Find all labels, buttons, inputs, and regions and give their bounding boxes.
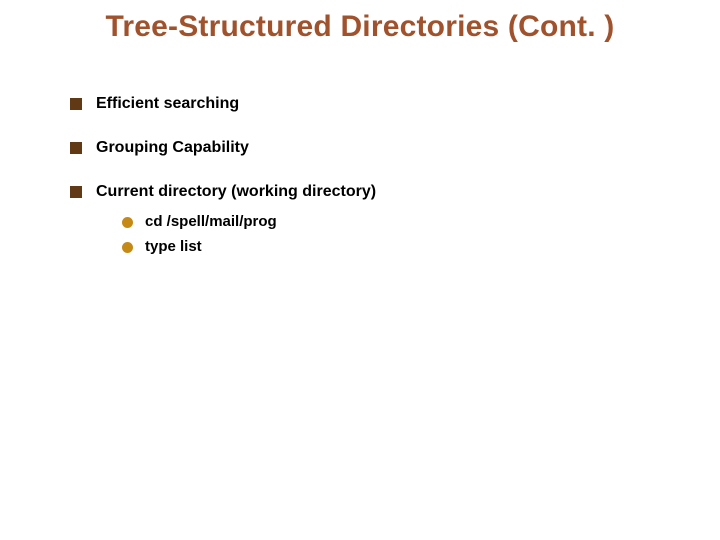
- square-bullet-icon: [70, 98, 82, 110]
- slide-title: Tree-Structured Directories (Cont. ): [0, 10, 720, 44]
- dot-bullet-icon: [122, 217, 133, 228]
- bullet-item: Grouping Capability: [70, 139, 680, 157]
- slide-body: Efficient searching Grouping Capability …: [70, 95, 680, 263]
- sub-bullet-text: type list: [145, 238, 202, 255]
- sub-bullet-item: cd /spell/mail/prog: [122, 213, 680, 230]
- bullet-item: Current directory (working directory): [70, 183, 680, 201]
- bullet-text: Grouping Capability: [96, 139, 249, 157]
- bullet-item: Efficient searching: [70, 95, 680, 113]
- dot-bullet-icon: [122, 242, 133, 253]
- slide: Tree-Structured Directories (Cont. ) Eff…: [0, 0, 720, 540]
- bullet-text: Efficient searching: [96, 95, 239, 113]
- sub-bullet-list: cd /spell/mail/prog type list: [122, 213, 680, 255]
- sub-bullet-item: type list: [122, 238, 680, 255]
- bullet-text: Current directory (working directory): [96, 183, 376, 201]
- sub-bullet-text: cd /spell/mail/prog: [145, 213, 277, 230]
- square-bullet-icon: [70, 142, 82, 154]
- square-bullet-icon: [70, 186, 82, 198]
